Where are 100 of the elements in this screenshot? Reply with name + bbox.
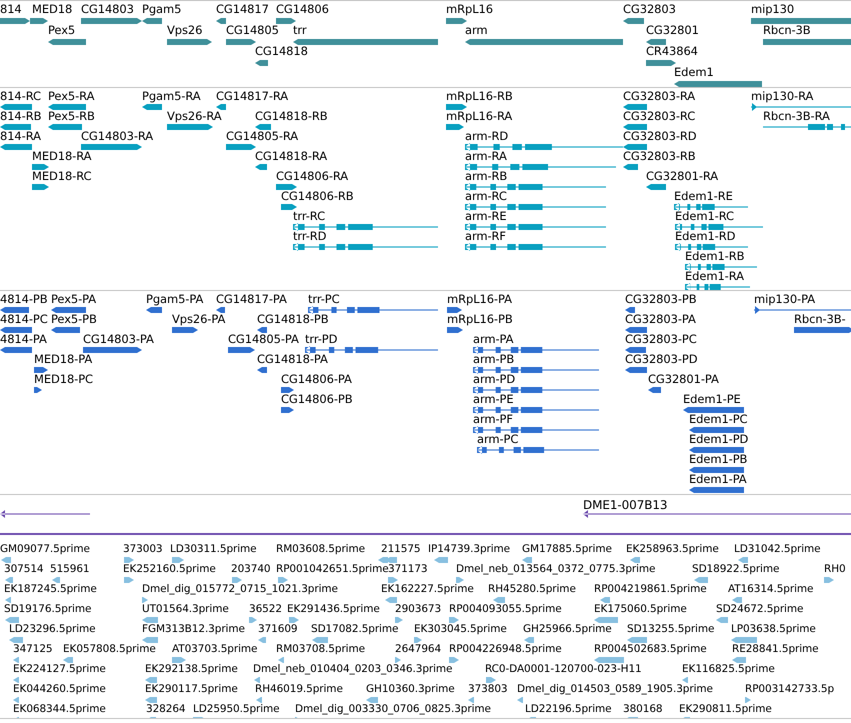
protein-label: 4814-PB (0, 292, 48, 306)
protein-label: Edem1-PE (683, 392, 741, 406)
transcript-label: Vps26-RA (167, 109, 222, 123)
est-label: RP004093055.5prime (449, 602, 562, 616)
protein-label: arm-PB (473, 352, 514, 366)
transcript-label: trr-RC (293, 209, 326, 223)
est-label: EK290811.5prime (679, 702, 772, 716)
transcript-label: CG32803-RB (623, 149, 696, 163)
est-label: GH25966.5prime (523, 622, 612, 636)
transcript-label: trr-RD (293, 229, 326, 243)
est-label: 203740 (231, 562, 270, 576)
est-label: RP004219861.5prime (594, 582, 707, 596)
gene-label: Rbcn-3B (763, 23, 811, 37)
est-label: Dmel_dig_015772_0715_1021.3prime (142, 582, 338, 596)
transcript-label: CG14803-RA (81, 129, 154, 143)
gene-label: mip130 (751, 2, 794, 16)
est-label: EK252160.5prime (123, 562, 216, 576)
transcript-label: CG14818-RB (255, 109, 328, 123)
protein-label: arm-PF (473, 412, 513, 426)
est-label: 373003 (123, 542, 162, 556)
gene-label: Edem1 (674, 65, 714, 79)
protein-label: MED18-PC (34, 372, 93, 386)
est-label: 2647964 (395, 642, 442, 656)
est-label: RM03608.5prime (276, 542, 365, 556)
est-label: LP03638.5prime (731, 622, 816, 636)
transcript-label: Edem1-RE (674, 189, 733, 203)
transcript-label: mRpL16-RB (446, 89, 513, 103)
est-label: LD30311.5prime (170, 542, 257, 556)
protein-label: CG32803-PA (625, 312, 696, 326)
protein-label: CG32801-PA (648, 372, 719, 386)
est-label: SD24672.5prime (716, 602, 804, 616)
transcript-label: CG32803-RA (623, 89, 696, 103)
est-label: Dmel_dig_003330_0706_0825.3prime (295, 702, 491, 716)
protein-label: Edem1-PB (689, 452, 748, 466)
est-label: AT16314.5prime (728, 582, 814, 596)
gene-label: CG14803 (81, 2, 134, 16)
gene-label: CG32803 (623, 2, 676, 16)
gene-label: CG14805 (226, 23, 279, 37)
gene-label: Pex5 (48, 23, 76, 37)
est-label: LD22196.5prime (525, 702, 612, 716)
clone-label: DME1-007B13 (583, 498, 668, 512)
gene-label: CG32801 (646, 23, 699, 37)
est-label: 36522 (249, 602, 282, 616)
gene-label: CG14817 (216, 2, 269, 16)
transcript-label: arm-RE (465, 209, 507, 223)
protein-label: CG32803-PC (625, 332, 697, 346)
protein-label: mRpL16-PA (447, 292, 512, 306)
est-label: SD17082.5prime (311, 622, 398, 636)
protein-label: arm-PC (477, 432, 518, 446)
gene-label: MED18 (32, 2, 72, 16)
transcript-label: Rbcn-3B-RA (763, 109, 830, 123)
est-label: RP004502683.5prime (594, 642, 707, 656)
transcript-label: mip130-RA (751, 89, 814, 103)
est-label: GM09077.5prime (0, 542, 90, 556)
protein-label: CG32803-PD (625, 352, 698, 366)
est-label: EK187245.5prime (4, 582, 97, 596)
est-label: RP004226948.5prime (449, 642, 562, 656)
est-label: EK291436.5prime (287, 602, 380, 616)
transcript-label: CG14805-RA (226, 129, 298, 143)
est-label: UT01564.3prime (142, 602, 229, 616)
protein-label: mip130-PA (754, 292, 815, 306)
transcript-label: MED18-RA (32, 149, 92, 163)
est-label: 328264 (146, 702, 186, 716)
est-label: RH45280.5prime (488, 582, 576, 596)
protein-label: arm-PE (473, 392, 514, 406)
protein-label: Pex5-PB (51, 312, 97, 326)
gene-label: Vps26 (167, 23, 202, 37)
protein-label: arm-PA (473, 332, 514, 346)
protein-label: CG14806-PB (281, 392, 352, 406)
est-label: FGM313B12.3prime (142, 622, 245, 636)
transcript-label: Pex5-RA (48, 89, 94, 103)
est-label: SD13255.5prime (627, 622, 714, 636)
protein-label: trr-PC (308, 292, 340, 306)
est-label: Dmel_neb_010404_0203_0346.3prime (253, 662, 452, 676)
est-label: LD23296.5prime (9, 622, 96, 636)
est-label: SD18922.5prime (692, 562, 780, 576)
est-label: RH0 (824, 562, 846, 576)
est-label: Dmel_neb_013564_0372_0775.3prime (456, 562, 656, 576)
est-label: AT03703.5prime (172, 642, 258, 656)
protein-label: MED18-PA (34, 352, 92, 366)
est-label: EK162227.5prime (381, 582, 474, 596)
protein-label: CG14806-PA (281, 372, 352, 386)
est-label: IP14739.3prime (428, 542, 510, 556)
protein-label: Edem1-PD (689, 432, 748, 446)
gene-label: Pgam5 (142, 2, 182, 16)
est-label: 211575 (381, 542, 420, 556)
transcript-label: Pgam5-RA (142, 89, 201, 103)
transcript-label: arm-RC (465, 189, 507, 203)
est-label: RM03708.5prime (276, 642, 365, 656)
transcript-label: Edem1-RB (685, 249, 744, 263)
transcript-label: 814-RC (0, 89, 41, 103)
transcript-label: CG32801-RA (646, 169, 718, 183)
protein-label: CG14818-PB (257, 312, 328, 326)
protein-label: 4814-PA (0, 332, 47, 346)
transcript-label: Edem1-RA (685, 269, 744, 283)
est-label: 347125 (13, 642, 52, 656)
est-label: EK057808.5prime (63, 642, 156, 656)
transcript-label: Edem1-RD (675, 229, 736, 243)
est-label: 515961 (50, 562, 90, 576)
est-label: SD19176.5prime (4, 602, 92, 616)
